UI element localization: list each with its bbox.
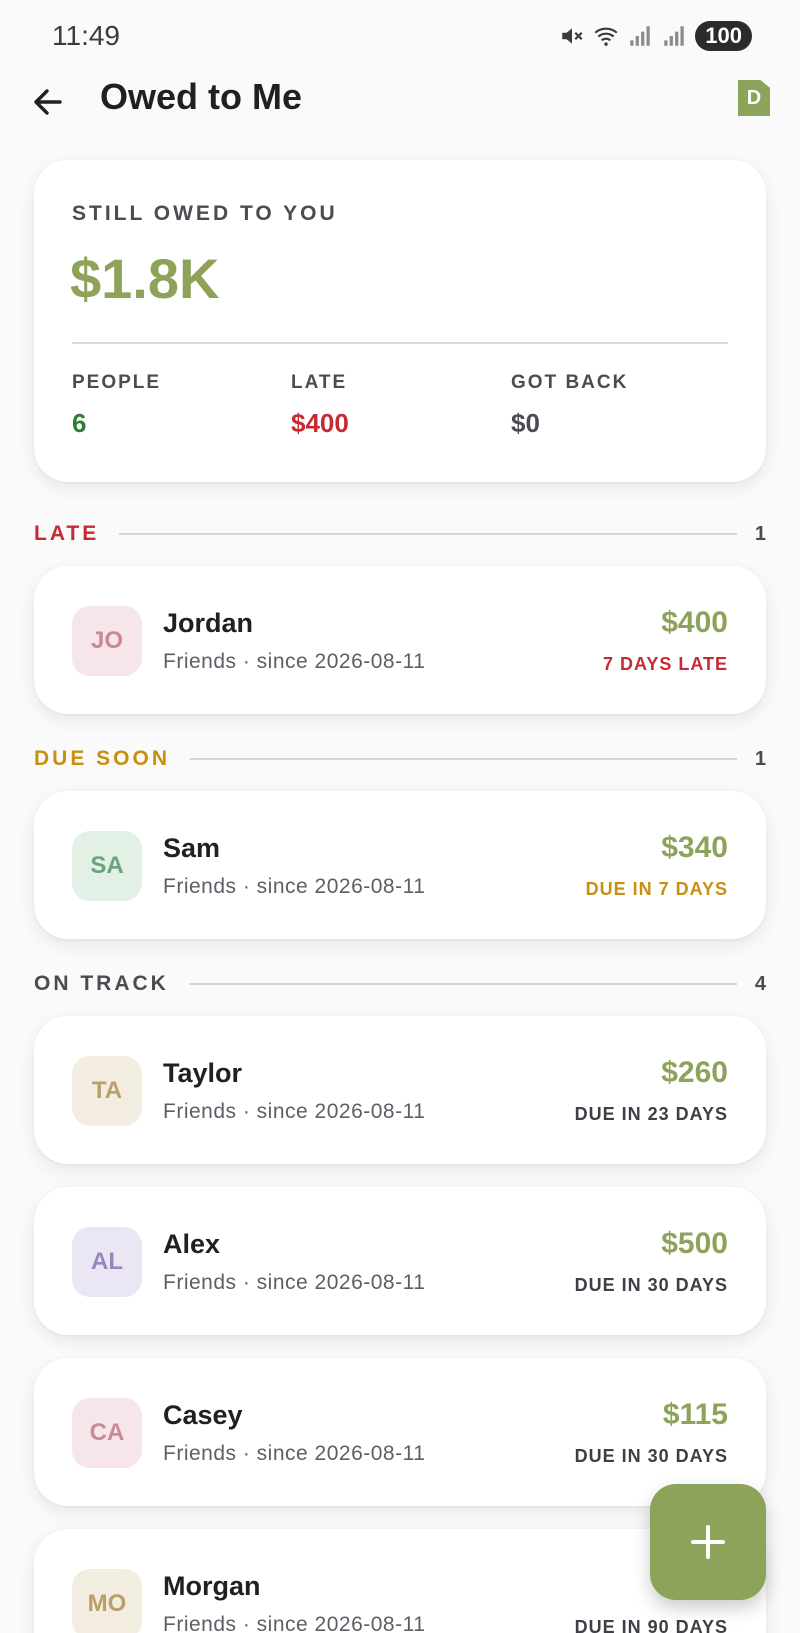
status-time: 11:49 xyxy=(52,20,120,51)
back-arrow-icon[interactable] xyxy=(28,82,68,122)
stat-label: LATE xyxy=(291,372,348,393)
section-header-late: LATE 1 xyxy=(34,519,766,549)
battery-indicator: 100 xyxy=(695,21,752,51)
stat-value: 6 xyxy=(72,408,87,438)
avatar: CA xyxy=(72,1398,142,1468)
signal-icon xyxy=(630,26,651,46)
section-header-due-soon: DUE SOON 1 xyxy=(34,744,766,774)
person-meta: Friends · since 2026-08-11 xyxy=(163,875,426,898)
person-meta: Friends · since 2026-08-11 xyxy=(163,650,426,673)
plus-icon xyxy=(691,1525,725,1559)
person-meta: Friends · since 2026-08-11 xyxy=(163,1100,426,1123)
person-card-sam[interactable]: SA Sam Friends · since 2026-08-11 $340 D… xyxy=(34,791,766,939)
due-status: DUE IN 30 DAYS xyxy=(574,1275,728,1295)
divider xyxy=(119,533,737,535)
person-card-alex[interactable]: AL Alex Friends · since 2026-08-11 $500 … xyxy=(34,1187,766,1335)
person-meta: Friends · since 2026-08-11 xyxy=(163,1271,426,1294)
section-count: 1 xyxy=(754,522,766,545)
person-meta: Friends · since 2026-08-11 xyxy=(163,1442,426,1465)
stat-label: PEOPLE xyxy=(72,372,162,393)
amount-owed: $400 xyxy=(661,606,728,639)
app-bar: Owed to Me D xyxy=(0,72,800,128)
divider xyxy=(188,983,737,985)
person-card-casey[interactable]: CA Casey Friends · since 2026-08-11 $115… xyxy=(34,1358,766,1506)
stat-value: $0 xyxy=(511,408,540,438)
due-status: DUE IN 30 DAYS xyxy=(574,1446,728,1466)
avatar: MO xyxy=(72,1569,142,1633)
avatar: TA xyxy=(72,1056,142,1126)
page-title: Owed to Me xyxy=(100,76,303,117)
due-status: DUE IN 90 DAYS xyxy=(574,1617,728,1633)
signal-icon xyxy=(664,26,685,46)
avatar: JO xyxy=(72,606,142,676)
person-name: Casey xyxy=(163,1400,243,1430)
stat-label: GOT BACK xyxy=(511,372,629,393)
due-status: DUE IN 23 DAYS xyxy=(574,1104,728,1124)
person-name: Jordan xyxy=(163,608,254,638)
section-label: DUE SOON xyxy=(34,747,171,770)
section-count: 4 xyxy=(754,972,766,995)
stat-value: $400 xyxy=(291,408,349,438)
due-status: DUE IN 7 DAYS xyxy=(585,879,728,899)
stat-people: PEOPLE 6 xyxy=(72,372,161,439)
amount-owed: $260 xyxy=(661,1056,728,1089)
due-status: 7 DAYS LATE xyxy=(602,654,728,674)
status-bar: 11:49 100 xyxy=(0,0,800,72)
summary-card: STILL OWED TO YOU $1.8K PEOPLE 6 LATE $4… xyxy=(34,160,766,482)
section-label: LATE xyxy=(34,522,100,545)
divider xyxy=(72,342,728,344)
amount-owed: $500 xyxy=(661,1227,728,1260)
section-header-on-track: ON TRACK 4 xyxy=(34,969,766,999)
stat-late: LATE $400 xyxy=(291,372,349,439)
summary-label: STILL OWED TO YOU xyxy=(72,202,338,225)
person-card-jordan[interactable]: JO Jordan Friends · since 2026-08-11 $40… xyxy=(34,566,766,714)
amount-owed: $115 xyxy=(662,1398,728,1431)
person-name: Alex xyxy=(163,1229,221,1259)
person-card-taylor[interactable]: TA Taylor Friends · since 2026-08-11 $26… xyxy=(34,1016,766,1164)
document-badge-icon[interactable]: D xyxy=(738,80,770,116)
stat-got-back: GOT BACK $0 xyxy=(511,372,628,439)
amount-owed: $340 xyxy=(661,831,728,864)
section-label: ON TRACK xyxy=(34,972,169,995)
section-count: 1 xyxy=(754,747,766,770)
person-meta: Friends · since 2026-08-11 xyxy=(163,1613,426,1633)
person-name: Taylor xyxy=(163,1058,243,1088)
person-name: Morgan xyxy=(163,1571,261,1601)
avatar: AL xyxy=(72,1227,142,1297)
mute-icon xyxy=(562,28,583,44)
wifi-icon xyxy=(594,27,618,46)
summary-amount: $1.8K xyxy=(70,247,220,310)
divider xyxy=(190,758,737,760)
add-button[interactable] xyxy=(650,1484,766,1600)
status-icons: 100 xyxy=(559,20,752,52)
person-name: Sam xyxy=(163,833,221,863)
avatar: SA xyxy=(72,831,142,901)
